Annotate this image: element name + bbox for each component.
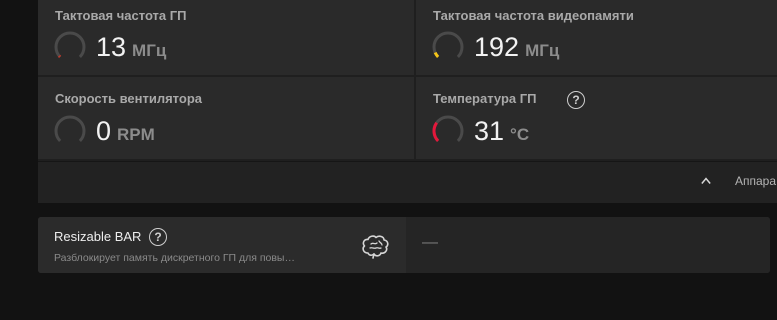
metric-fan-speed: Скорость вентилятора 0 RPM <box>38 77 414 159</box>
metric-gpu-clock: Тактовая частота ГП 13 МГц <box>38 0 414 75</box>
vram-clock-gauge-icon <box>431 30 465 64</box>
brain-icon <box>362 235 389 259</box>
metric-value: 192 МГц <box>474 32 559 63</box>
gpu-temperature-unit: °C <box>510 125 530 144</box>
fan-speed-unit: RPM <box>117 125 155 144</box>
gauge-fill <box>57 54 62 58</box>
metric-title: Температура ГП <box>433 91 537 106</box>
gauge-fill <box>432 121 440 142</box>
gauge-fill <box>433 51 440 58</box>
vram-clock-unit: МГц <box>525 41 560 60</box>
metric-value: 13 МГц <box>96 32 166 63</box>
vram-clock-value: 192 <box>474 32 520 62</box>
footer-label[interactable]: Аппара <box>735 174 776 188</box>
metric-gpu-temperature: Температура ГП ? 31 °C <box>416 77 777 159</box>
resizable-bar-title: Resizable BAR <box>54 229 142 244</box>
help-icon[interactable]: ? <box>149 228 167 246</box>
metric-title: Тактовая частота ГП <box>55 8 187 23</box>
gpu-clock-gauge-icon <box>53 30 87 64</box>
fan-speed-value: 0 <box>96 116 112 146</box>
resizable-bar-info: Resizable BAR ? Разблокирует память диск… <box>38 217 404 273</box>
resizable-bar-setting: Resizable BAR ? Разблокирует память диск… <box>38 217 770 273</box>
metric-value: 0 RPM <box>96 116 155 147</box>
gauge-track <box>432 115 464 142</box>
metrics-footer-bar[interactable]: Аппара <box>38 161 777 203</box>
metric-value: 31 °C <box>474 116 529 147</box>
metric-vram-clock: Тактовая частота видеопамяти 192 МГц <box>416 0 777 75</box>
resizable-bar-value[interactable]: — <box>422 234 438 252</box>
metric-title: Скорость вентилятора <box>55 91 202 106</box>
metric-title: Тактовая частота видеопамяти <box>433 8 634 23</box>
chevron-up-icon[interactable] <box>701 176 711 186</box>
gauge-track <box>54 31 86 58</box>
performance-metrics-page: Тактовая частота ГП 13 МГц Тактовая часто… <box>0 0 777 320</box>
gpu-clock-value: 13 <box>96 32 127 62</box>
gpu-temperature-gauge-icon <box>431 114 465 148</box>
gpu-clock-unit: МГц <box>132 41 167 60</box>
help-icon[interactable]: ? <box>567 91 585 109</box>
resizable-bar-description: Разблокирует память дискретного ГП для п… <box>54 252 295 264</box>
gauge-track <box>432 31 464 58</box>
gpu-temperature-value: 31 <box>474 116 505 146</box>
resizable-bar-control[interactable]: — <box>406 217 770 273</box>
metrics-panel: Тактовая частота ГП 13 МГц Тактовая часто… <box>38 0 777 203</box>
fan-speed-gauge-icon <box>53 114 87 148</box>
gauge-track <box>54 115 86 142</box>
